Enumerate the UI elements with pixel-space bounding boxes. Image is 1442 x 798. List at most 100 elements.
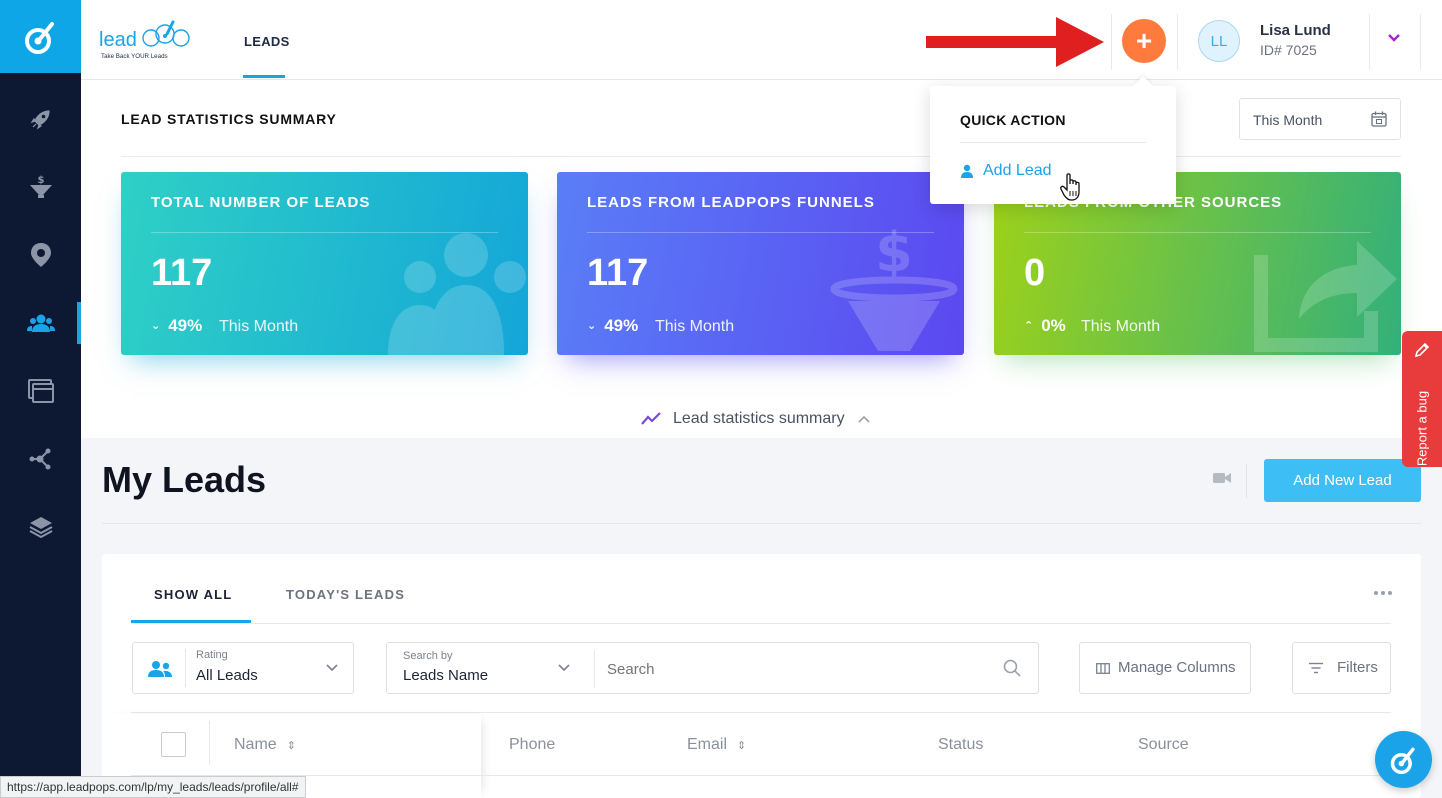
stat-card-title: LEADS FROM LEADPOPS FUNNELS xyxy=(587,194,875,211)
chevron-down-icon: ⌄ xyxy=(151,320,161,332)
tab-leads[interactable]: LEADS xyxy=(243,0,289,78)
stat-card-change: ⌄ 49% xyxy=(587,316,638,336)
column-header-label: Name xyxy=(234,736,277,753)
select-all-checkbox[interactable] xyxy=(161,732,186,757)
sidebar-item-locations[interactable] xyxy=(0,232,81,278)
sidebar-item-resources[interactable] xyxy=(0,504,81,550)
chevron-up-icon xyxy=(858,415,870,423)
header-divider xyxy=(1177,14,1178,70)
app-logo[interactable] xyxy=(0,0,81,73)
stat-card-value: 117 xyxy=(587,252,649,294)
divider xyxy=(960,142,1146,143)
divider xyxy=(209,721,210,765)
divider xyxy=(594,650,595,688)
manage-columns-button[interactable]: Manage Columns xyxy=(1079,642,1251,694)
pencil-icon xyxy=(1414,342,1430,358)
divider xyxy=(1024,232,1371,233)
sidebar-item-pages[interactable] xyxy=(0,368,81,414)
search-by-label: Search by xyxy=(403,650,453,662)
quick-action-button[interactable]: + xyxy=(1122,19,1166,63)
users-icon xyxy=(26,314,55,332)
svg-text:$: $ xyxy=(875,225,913,284)
stat-card-change: ⌃ 0% xyxy=(1024,316,1066,336)
add-lead-label: Add Lead xyxy=(983,162,1052,179)
search-input[interactable] xyxy=(607,656,987,682)
user-icon xyxy=(961,164,973,178)
sidebar-item-leads[interactable] xyxy=(0,300,81,346)
add-new-lead-button[interactable]: Add New Lead xyxy=(1264,459,1421,502)
brand-tagline: Take Back YOUR Leads xyxy=(101,53,168,60)
filters-button[interactable]: Filters xyxy=(1292,642,1391,694)
user-id: ID# 7025 xyxy=(1260,42,1317,58)
stat-card-period: This Month xyxy=(1081,318,1161,335)
stats-toggle-label: Lead statistics summary xyxy=(673,410,845,427)
divider xyxy=(131,623,1391,624)
windows-icon xyxy=(27,379,54,403)
stat-card-leadpops-funnels: $ LEADS FROM LEADPOPS FUNNELS 117 ⌄ 49% T… xyxy=(557,172,964,355)
tab-leads-label: LEADS xyxy=(244,34,290,49)
map-pin-icon xyxy=(30,243,51,267)
stat-card-title: TOTAL NUMBER OF LEADS xyxy=(151,194,371,211)
top-bar: lead Take Back YOUR Leads LEADS + LL Lis… xyxy=(81,0,1442,80)
red-arrow-annotation-icon xyxy=(926,17,1104,67)
divider xyxy=(102,523,1421,524)
users-icon xyxy=(148,661,172,677)
column-header-source[interactable]: Source xyxy=(1138,736,1189,754)
column-header-email[interactable]: Email ⇕ xyxy=(687,736,746,754)
funnel-dollar-icon: $ xyxy=(29,175,52,198)
period-select[interactable]: This Month xyxy=(1239,98,1401,140)
stat-card-change-value: 49% xyxy=(604,316,639,335)
search-icon[interactable] xyxy=(1003,659,1021,677)
search-by-value[interactable]: Leads Name xyxy=(403,667,488,684)
stat-card-value: 0 xyxy=(1024,252,1046,294)
chevron-up-icon: ⌃ xyxy=(1024,320,1034,332)
columns-icon xyxy=(1096,663,1110,674)
header-divider xyxy=(1111,14,1112,70)
divider xyxy=(587,232,934,233)
tab-show-all[interactable]: SHOW ALL xyxy=(154,587,232,602)
svg-text:$: $ xyxy=(37,175,44,186)
filters-label: Filters xyxy=(1337,659,1378,676)
more-options-icon[interactable] xyxy=(1373,590,1393,596)
stat-card-total-leads: TOTAL NUMBER OF LEADS 117 ⌄ 49% This Mont… xyxy=(121,172,528,355)
add-lead-menu-item[interactable]: Add Lead xyxy=(960,162,1052,180)
avatar[interactable]: LL xyxy=(1198,20,1240,62)
column-header-name[interactable]: Name ⇕ xyxy=(234,736,296,754)
users-group-icon xyxy=(388,233,526,355)
video-camera-icon[interactable] xyxy=(1213,472,1231,484)
sidebar-item-launch[interactable] xyxy=(0,96,81,142)
stats-toggle[interactable]: Lead statistics summary xyxy=(641,410,871,428)
rating-select[interactable]: Rating All Leads xyxy=(132,642,354,694)
rating-label: Rating xyxy=(196,649,228,661)
browser-status-url: https://app.leadpops.com/lp/my_leads/lea… xyxy=(0,776,306,798)
chevron-down-icon xyxy=(326,664,338,672)
divider xyxy=(131,775,1391,776)
avatar-initials: LL xyxy=(1210,32,1228,50)
column-header-phone[interactable]: Phone xyxy=(509,736,555,754)
stat-card-change: ⌄ 49% xyxy=(151,316,202,336)
chevron-down-icon[interactable] xyxy=(1386,32,1402,44)
chevron-down-icon[interactable] xyxy=(557,663,571,673)
report-bug-button[interactable]: Report a bug xyxy=(1402,331,1442,467)
sidebar-item-funnels[interactable]: $ xyxy=(0,164,81,210)
plus-icon: + xyxy=(1135,25,1153,56)
hand-cursor-icon xyxy=(1060,173,1080,201)
report-bug-label: Report a bug xyxy=(1414,390,1430,467)
column-header-status[interactable]: Status xyxy=(938,736,983,754)
stat-card-value: 117 xyxy=(151,252,213,294)
header-divider xyxy=(1369,14,1370,70)
search-group: Search by Leads Name xyxy=(386,642,1039,694)
tab-todays-leads[interactable]: TODAY'S LEADS xyxy=(286,587,405,602)
stat-card-period: This Month xyxy=(655,318,735,335)
divider xyxy=(185,649,186,687)
filter-icon xyxy=(1309,662,1323,674)
leadpops-logo-icon xyxy=(24,21,54,54)
stats-title: LEAD STATISTICS SUMMARY xyxy=(121,111,337,127)
stat-card-change-value: 49% xyxy=(168,316,203,335)
chat-support-button[interactable] xyxy=(1375,731,1432,788)
brand-logo[interactable]: lead Take Back YOUR Leads xyxy=(99,18,203,62)
divider xyxy=(1246,464,1247,498)
page-title: My Leads xyxy=(102,459,267,500)
rocket-icon xyxy=(30,110,50,130)
sidebar-item-integrations[interactable] xyxy=(0,436,81,482)
